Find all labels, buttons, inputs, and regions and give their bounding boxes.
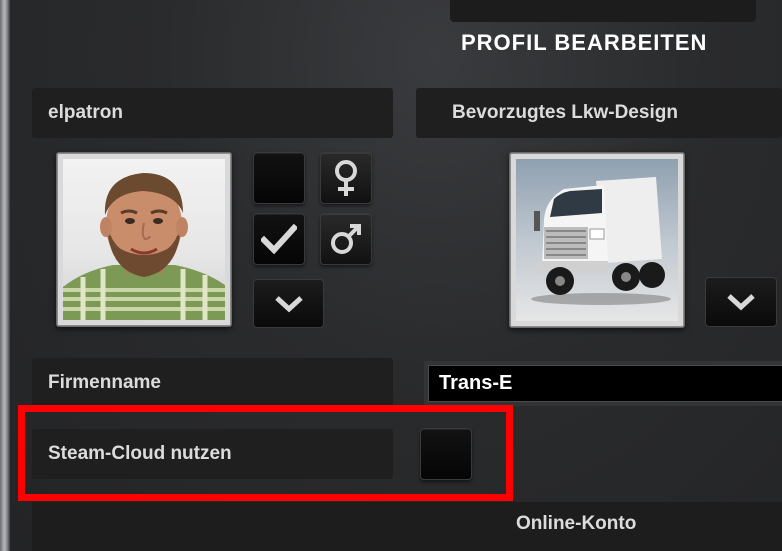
male-icon <box>331 224 361 254</box>
avatar <box>63 159 225 320</box>
truck-design-label: Bevorzugtes Lkw-Design <box>452 102 678 123</box>
female-icon <box>335 160 357 196</box>
avatar-photo-icon <box>63 173 225 320</box>
chevron-down-icon <box>727 294 755 311</box>
female-button[interactable] <box>320 152 372 204</box>
profile-name-label: elpatron <box>48 102 123 123</box>
chevron-down-icon <box>274 295 303 312</box>
truck-design-bar: Bevorzugtes Lkw-Design <box>416 88 782 138</box>
male-button[interactable] <box>320 213 372 265</box>
avatar-frame[interactable] <box>56 152 232 327</box>
truck-icon <box>531 177 671 305</box>
company-name-bar: Firmenname <box>32 358 393 408</box>
dialog-title: PROFIL BEARBEITEN <box>461 30 708 55</box>
truck-dropdown-button[interactable] <box>705 277 777 327</box>
online-account-label: Online-Konto <box>516 513 637 534</box>
profile-name-bar: elpatron <box>32 88 393 138</box>
company-name-label: Firmenname <box>48 372 161 393</box>
truck-frame[interactable] <box>509 152 685 328</box>
company-name-value: Trans-E <box>439 372 513 394</box>
truck-image <box>516 159 678 321</box>
top-tab-strip <box>450 0 756 22</box>
company-name-input[interactable]: Trans-E <box>428 365 782 402</box>
checkmark-icon <box>261 224 297 254</box>
avatar-dropdown-button[interactable] <box>253 279 324 328</box>
window-frame-edge <box>0 0 10 551</box>
highlight-box <box>18 405 513 501</box>
avatar-option-button-empty[interactable] <box>253 152 305 204</box>
online-account-bar <box>32 502 782 551</box>
avatar-option-button-checked[interactable] <box>253 213 305 265</box>
